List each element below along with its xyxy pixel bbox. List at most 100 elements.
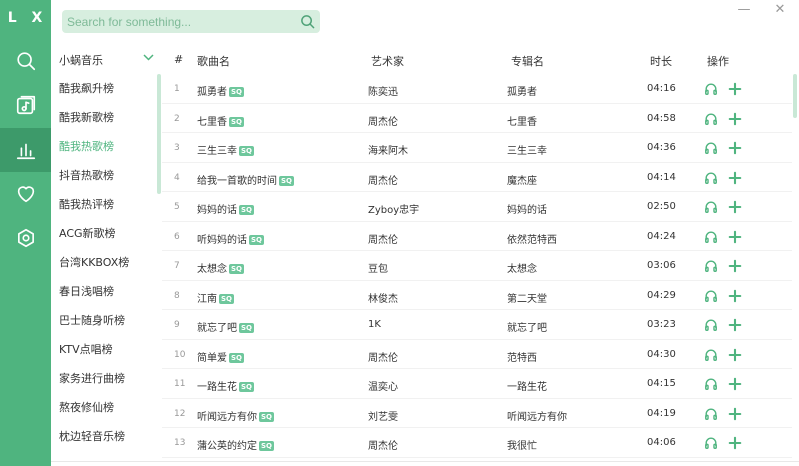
artist-cell[interactable]: 刘艺雯 bbox=[368, 408, 398, 423]
nav-search[interactable] bbox=[0, 39, 51, 83]
source-select[interactable]: 小蜗音乐 bbox=[51, 44, 162, 72]
album-cell[interactable]: 七里香 bbox=[507, 113, 537, 128]
board-item[interactable]: 枕边轻音乐榜 bbox=[51, 422, 159, 451]
headphones-icon[interactable] bbox=[704, 436, 718, 450]
table-row[interactable]: 2 七里香 SQ 周杰伦 七里香 04:58 bbox=[162, 104, 792, 133]
add-icon[interactable] bbox=[728, 318, 742, 332]
search-icon[interactable] bbox=[300, 14, 315, 29]
add-icon[interactable] bbox=[728, 171, 742, 185]
album-cell[interactable]: 我很忙 bbox=[507, 437, 537, 452]
close-button[interactable]: ✕ bbox=[773, 3, 787, 17]
nav-favorites[interactable] bbox=[0, 172, 51, 216]
table-row[interactable]: 7 太想念 SQ 豆包 太想念 03:06 bbox=[162, 251, 792, 281]
board-item[interactable]: 熬夜修仙榜 bbox=[51, 393, 159, 422]
table-row[interactable]: 4 给我一首歌的时间 SQ 周杰伦 魔杰座 04:14 bbox=[162, 163, 792, 192]
album-cell[interactable]: 范特西 bbox=[507, 349, 537, 364]
add-icon[interactable] bbox=[728, 348, 742, 362]
quality-badge: SQ bbox=[259, 411, 274, 422]
headphones-icon[interactable] bbox=[704, 82, 718, 96]
row-actions bbox=[704, 171, 750, 185]
song-title: 听闻远方有你 bbox=[197, 411, 257, 423]
table-row[interactable]: 1 孤勇者 SQ 陈奕迅 孤勇者 04:16 bbox=[162, 74, 792, 104]
add-icon[interactable] bbox=[728, 82, 742, 96]
album-cell[interactable]: 一路生花 bbox=[507, 378, 547, 393]
headphones-icon[interactable] bbox=[704, 289, 718, 303]
quality-badge: SQ bbox=[219, 293, 234, 304]
album-cell[interactable]: 孤勇者 bbox=[507, 83, 537, 98]
nav-leaderboard[interactable] bbox=[0, 128, 51, 172]
board-item[interactable]: 家务进行曲榜 bbox=[51, 364, 159, 393]
album-cell[interactable]: 魔杰座 bbox=[507, 172, 537, 187]
table-row[interactable]: 11 一路生花 SQ 温奕心 一路生花 04:15 bbox=[162, 369, 792, 399]
table-row[interactable]: 5 妈妈的话 SQ Zyboy忠宇 妈妈的话 02:50 bbox=[162, 192, 792, 222]
artist-cell[interactable]: 陈奕迅 bbox=[368, 83, 398, 98]
album-cell[interactable]: 第二天堂 bbox=[507, 290, 547, 305]
headphones-icon[interactable] bbox=[704, 200, 718, 214]
artist-cell[interactable]: 周杰伦 bbox=[368, 113, 398, 128]
album-cell[interactable]: 三生三幸 bbox=[507, 142, 547, 157]
headphones-icon[interactable] bbox=[704, 377, 718, 391]
headphones-icon[interactable] bbox=[704, 259, 718, 273]
artist-cell[interactable]: 温奕心 bbox=[368, 378, 398, 393]
artist-cell[interactable]: 林俊杰 bbox=[368, 290, 398, 305]
duration-cell: 04:36 bbox=[647, 142, 676, 153]
album-cell[interactable]: 妈妈的话 bbox=[507, 201, 547, 216]
headphones-icon[interactable] bbox=[704, 171, 718, 185]
headphones-icon[interactable] bbox=[704, 407, 718, 421]
table-row[interactable]: 6 听妈妈的话 SQ 周杰伦 依然范特西 04:24 bbox=[162, 222, 792, 251]
board-item[interactable]: 台湾KKBOX榜 bbox=[51, 248, 159, 277]
table-row[interactable]: 12 听闻远方有你 SQ 刘艺雯 听闻远方有你 04:19 bbox=[162, 399, 792, 428]
artist-cell[interactable]: 周杰伦 bbox=[368, 437, 398, 452]
artist-cell[interactable]: 周杰伦 bbox=[368, 172, 398, 187]
add-icon[interactable] bbox=[728, 289, 742, 303]
add-icon[interactable] bbox=[728, 259, 742, 273]
search-input[interactable] bbox=[62, 10, 292, 33]
table-row[interactable]: 3 三生三幸 SQ 海来阿木 三生三幸 04:36 bbox=[162, 133, 792, 163]
board-item[interactable]: 巴士随身听榜 bbox=[51, 306, 159, 335]
add-icon[interactable] bbox=[728, 407, 742, 421]
headphones-icon[interactable] bbox=[704, 318, 718, 332]
headphones-icon[interactable] bbox=[704, 348, 718, 362]
album-cell[interactable]: 就忘了吧 bbox=[507, 319, 547, 334]
artist-cell[interactable]: 海来阿木 bbox=[368, 142, 408, 157]
board-item[interactable]: KTV点唱榜 bbox=[51, 335, 159, 364]
add-icon[interactable] bbox=[728, 377, 742, 391]
headphones-icon[interactable] bbox=[704, 112, 718, 126]
board-item[interactable]: 春日浅唱榜 bbox=[51, 277, 159, 306]
table-row[interactable]: 9 就忘了吧 SQ 1K 就忘了吧 03:23 bbox=[162, 310, 792, 340]
table-scrollbar[interactable] bbox=[793, 74, 797, 118]
board-item[interactable]: 酷我新歌榜 bbox=[51, 103, 159, 132]
quality-badge: SQ bbox=[229, 116, 244, 127]
duration-cell: 04:29 bbox=[647, 289, 676, 301]
artist-cell[interactable]: 豆包 bbox=[368, 260, 388, 275]
album-cell[interactable]: 太想念 bbox=[507, 260, 537, 275]
album-cell[interactable]: 听闻远方有你 bbox=[507, 408, 567, 423]
board-item[interactable]: 抖音热歌榜 bbox=[51, 161, 159, 190]
add-icon[interactable] bbox=[728, 141, 742, 155]
table-row[interactable]: 13 蒲公英的约定 SQ 周杰伦 我很忙 04:06 bbox=[162, 428, 792, 458]
board-item[interactable]: ACG新歌榜 bbox=[51, 219, 159, 248]
song-title: 妈妈的话 bbox=[197, 205, 237, 216]
table-row[interactable]: 8 江南 SQ 林俊杰 第二天堂 04:29 bbox=[162, 281, 792, 310]
table-row[interactable]: 10 简单爱 SQ 周杰伦 范特西 04:30 bbox=[162, 340, 792, 369]
artist-cell[interactable]: 周杰伦 bbox=[368, 231, 398, 246]
artist-cell[interactable]: 1K bbox=[368, 319, 381, 330]
add-icon[interactable] bbox=[728, 200, 742, 214]
board-item[interactable]: 酷我飙升榜 bbox=[51, 74, 159, 103]
board-item[interactable]: 酷我热评榜 bbox=[51, 190, 159, 219]
headphones-icon[interactable] bbox=[704, 230, 718, 244]
nav-settings[interactable] bbox=[0, 216, 51, 260]
minimize-button[interactable]: — bbox=[737, 3, 751, 17]
nav-songlist[interactable] bbox=[0, 83, 51, 127]
add-icon[interactable] bbox=[728, 112, 742, 126]
board-scrollbar[interactable] bbox=[157, 74, 161, 194]
row-index: 12 bbox=[174, 408, 186, 419]
song-cell: 太想念 SQ bbox=[197, 260, 244, 275]
artist-cell[interactable]: 周杰伦 bbox=[368, 349, 398, 364]
album-cell[interactable]: 依然范特西 bbox=[507, 231, 557, 246]
board-item[interactable]: 酷我热歌榜 bbox=[51, 132, 159, 161]
add-icon[interactable] bbox=[728, 436, 742, 450]
add-icon[interactable] bbox=[728, 230, 742, 244]
headphones-icon[interactable] bbox=[704, 141, 718, 155]
artist-cell[interactable]: Zyboy忠宇 bbox=[368, 201, 419, 216]
